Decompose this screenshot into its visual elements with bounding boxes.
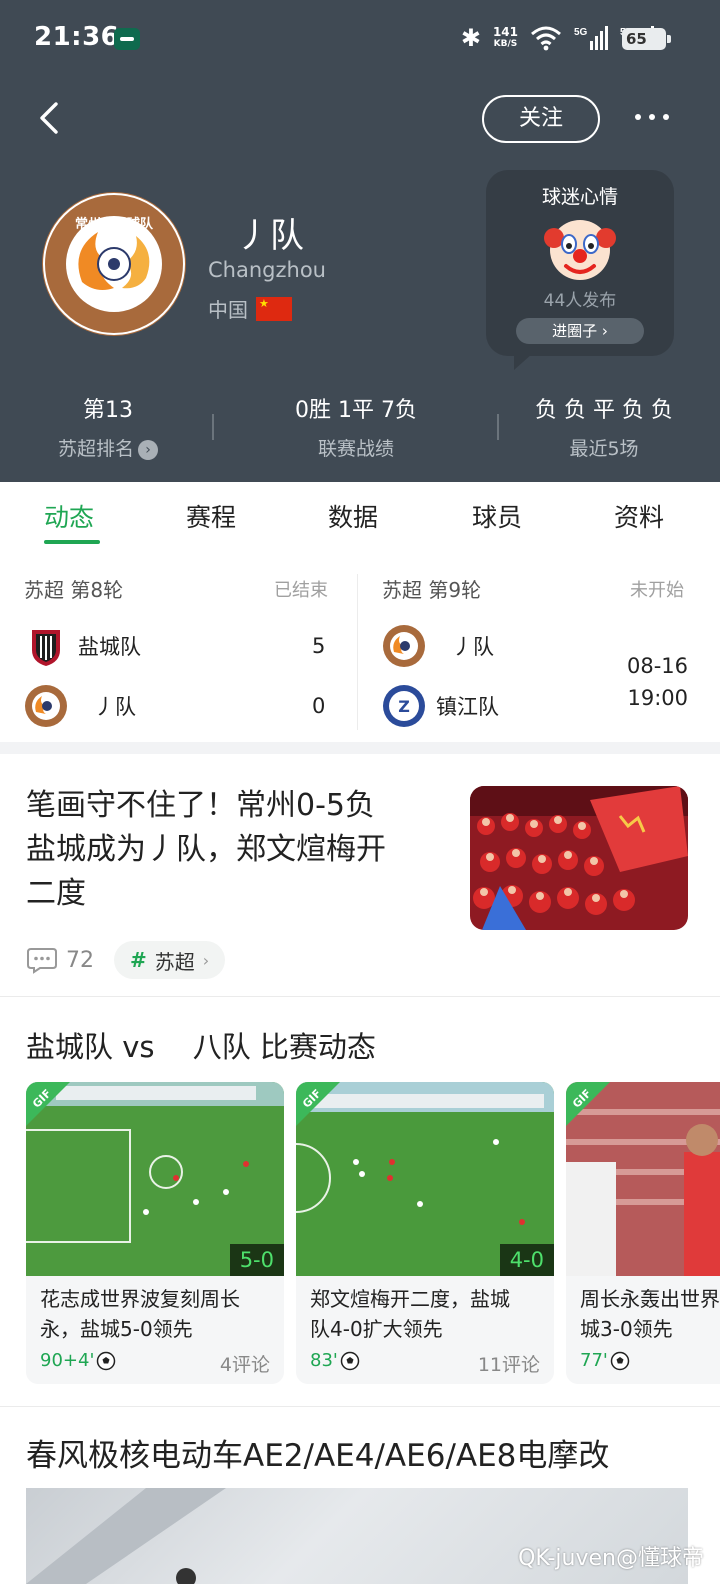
tab-bar: 动态 赛程 数据 球员 资料: [0, 482, 720, 548]
gif-badge-icon: GIF: [566, 1082, 610, 1126]
away-score: 0: [312, 694, 326, 718]
stat-divider: [497, 414, 499, 440]
live-card[interactable]: GIF 5-0 花志成世界波复刻周长 永，盐城5-0领先 90+4' 4评论: [26, 1082, 284, 1384]
chevron-left-icon: [40, 102, 58, 134]
stat-divider: [212, 414, 214, 440]
news-comment-count: 72: [66, 947, 94, 973]
match-league: 苏超 第9轮: [382, 578, 482, 602]
ad-title[interactable]: 春风极核电动车AE2/AE4/AE6/AE8电摩改: [26, 1430, 609, 1475]
live-card-score: 5-0: [229, 1244, 284, 1276]
tab-schedule[interactable]: 赛程: [186, 498, 236, 534]
team-header: 21:36 ✱ 141KB/S 5G 5G 65 关注: [0, 0, 720, 482]
clown-face-icon: [544, 212, 616, 284]
live-card-comments: 4评论: [219, 1354, 270, 1376]
chevron-right-icon: ›: [202, 950, 210, 970]
news-tag[interactable]: # 苏超 ›: [114, 941, 226, 979]
fan-mood-card[interactable]: 球迷心情 44人发布 进圈子 ›: [486, 170, 674, 370]
gif-badge-icon: GIF: [296, 1082, 340, 1126]
match-status: 已结束: [274, 580, 328, 601]
live-card-text: 周长永轰出世界 城3-0领先: [580, 1287, 720, 1341]
wifi-icon: [530, 25, 562, 51]
live-card-score: 4-0: [499, 1244, 554, 1276]
home-team-name: 盐城队: [78, 635, 141, 659]
svg-text:5G: 5G: [574, 27, 588, 38]
news-thumbnail[interactable]: [470, 786, 688, 930]
team-logo-text: 常州市足球队: [75, 216, 154, 232]
team-country: 中国: [208, 294, 292, 323]
news-meta: 72 # 苏超 ›: [26, 940, 226, 980]
gif-badge-icon: GIF: [26, 1082, 70, 1126]
match-away-row: Z 镇江队: [382, 684, 499, 728]
match-cards: 苏超 第8轮 已结束 盐城队 5 丿队 0 苏超 第9轮 未开始 丿队 Z 镇江…: [0, 560, 720, 736]
match-card-previous[interactable]: 苏超 第8轮 已结束 盐城队 5 丿队 0: [0, 560, 358, 736]
stat-recent-form: 负 负 平 负 负 最近5场: [535, 398, 673, 460]
tab-profile[interactable]: 资料: [614, 498, 664, 534]
changzhou-logo-icon: [383, 625, 425, 667]
chevron-right-icon: ›: [601, 322, 608, 340]
back-button[interactable]: [34, 96, 74, 140]
live-card-minute: 90+4': [40, 1350, 116, 1371]
tab-players[interactable]: 球员: [472, 498, 522, 534]
stat-ranking[interactable]: 第13 苏超排名 ›: [50, 392, 166, 461]
team-name: 丿队: [236, 216, 304, 256]
status-time: 21:36: [34, 22, 120, 52]
match-home-row: 盐城队: [24, 624, 141, 668]
enter-circle-button[interactable]: 进圈子 ›: [516, 318, 644, 344]
match-away-row: 丿队: [24, 684, 136, 728]
live-card-text: 花志成世界波复刻周长 永，盐城5-0领先: [40, 1287, 240, 1341]
match-live-title: 盐城队 vs 八队 比赛动态: [26, 1030, 376, 1064]
live-card-text: 郑文煊梅开二度，盐城 队4-0扩大领先: [310, 1287, 510, 1341]
comment-bubble-icon: [27, 948, 57, 974]
live-cards: GIF 5-0 花志成世界波复刻周长 永，盐城5-0领先 90+4' 4评论 GI…: [26, 1082, 720, 1384]
fan-mood-count: 44人发布: [543, 291, 617, 311]
app-notification-icon: [114, 28, 140, 50]
match-league: 苏超 第8轮: [24, 578, 124, 602]
svg-text:Z: Z: [398, 697, 410, 716]
match-home-row: 丿队: [382, 624, 494, 668]
live-card-minute: 83': [310, 1350, 360, 1371]
stat-record: 0胜 1平 7负 联赛战绩: [295, 398, 417, 460]
status-bar: 21:36 ✱ 141KB/S 5G 5G 65: [0, 0, 720, 80]
match-card-next[interactable]: 苏超 第9轮 未开始 丿队 Z 镇江队 08-16 19:00: [358, 560, 716, 736]
bluetooth-icon: ✱: [460, 24, 481, 52]
section-separator: [0, 996, 720, 997]
fan-mood-title: 球迷心情: [541, 186, 618, 208]
away-team-name: 丿队: [94, 695, 136, 719]
tab-news[interactable]: 动态: [44, 498, 94, 534]
match-status: 未开始: [630, 580, 684, 601]
changzhou-logo-icon: [25, 685, 67, 727]
signal-icon-1: 5G: [574, 25, 608, 51]
team-logo: 常州市足球队: [40, 190, 188, 338]
watermark: QK-juven@懂球帝: [518, 1546, 704, 1571]
net-speed: 141 KB/S: [492, 25, 518, 49]
live-card-minute: 77': [580, 1350, 630, 1371]
home-score: 5: [312, 634, 326, 658]
zhenjiang-logo-icon: Z: [383, 685, 425, 727]
section-separator: [0, 1406, 720, 1407]
china-flag-icon: [256, 296, 292, 321]
active-tab-indicator: [44, 540, 100, 544]
live-card-comments: 11评论: [477, 1354, 540, 1376]
country-name: 中国: [208, 298, 248, 322]
battery-indicator: 65: [622, 28, 671, 50]
tab-data[interactable]: 数据: [328, 498, 378, 534]
football-icon: [610, 1351, 630, 1370]
live-card[interactable]: GIF 4-0 郑文煊梅开二度，盐城 队4-0扩大领先 83' 11评论: [296, 1082, 554, 1384]
football-icon: [97, 1351, 116, 1370]
more-options-button[interactable]: [630, 105, 674, 129]
news-headline[interactable]: 笔画守不住了！常州0-5负 盐城成为丿队，郑文煊梅开 二度: [26, 784, 446, 916]
team-stats: 第13 苏超排名 › 0胜 1平 7负 联赛战绩 负 负 平 负 负 最近5场: [0, 392, 720, 472]
home-team-name: 丿队: [452, 635, 494, 659]
hashtag-icon: #: [130, 948, 147, 972]
yancheng-logo-icon: [32, 630, 60, 666]
football-icon: [340, 1351, 360, 1370]
away-team-name: 镇江队: [436, 695, 499, 719]
match-kickoff: 08-16 19:00: [626, 654, 688, 710]
follow-button[interactable]: 关注: [482, 95, 600, 143]
section-separator: [0, 742, 720, 754]
team-name-english: Changzhou: [208, 258, 326, 282]
live-card[interactable]: GIF 周长永轰出世界 城3-0领先 77': [566, 1082, 720, 1384]
chevron-right-circle-icon: ›: [138, 440, 158, 460]
